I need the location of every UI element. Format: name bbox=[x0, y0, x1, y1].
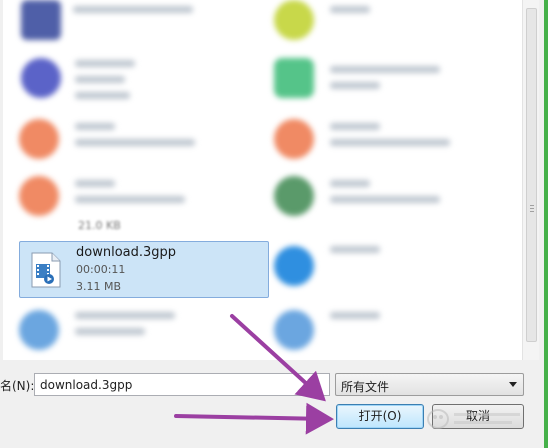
file-thumbnail-icon bbox=[21, 0, 61, 40]
file-thumbnail-icon bbox=[274, 58, 314, 98]
blurred-file-item[interactable] bbox=[268, 0, 508, 50]
file-duration: 00:00:11 bbox=[76, 263, 126, 276]
selected-file-item[interactable]: download.3gpp 00:00:11 3.11 MB bbox=[19, 241, 269, 298]
watermark-logo bbox=[427, 409, 520, 429]
previous-item-size: 21.0 KB bbox=[78, 219, 121, 232]
file-thumbnail-icon bbox=[274, 119, 314, 159]
scrollbar-thumb[interactable] bbox=[526, 8, 537, 342]
file-thumbnail-icon bbox=[274, 0, 314, 40]
file-name: download.3gpp bbox=[76, 245, 177, 260]
filetype-value: 所有文件 bbox=[341, 380, 390, 394]
blurred-file-item[interactable] bbox=[268, 52, 508, 107]
window-border bbox=[544, 0, 548, 448]
file-thumbnail-icon bbox=[274, 176, 314, 216]
file-thumbnail-icon bbox=[21, 58, 61, 98]
file-thumbnail-icon bbox=[19, 310, 59, 350]
blurred-file-item[interactable] bbox=[13, 172, 253, 222]
chevron-down-icon[interactable] bbox=[509, 382, 517, 387]
blurred-file-item[interactable] bbox=[268, 302, 508, 357]
file-open-dialog: 21.0 KB download.3gpp 00:00:11 3.11 MB 名… bbox=[0, 0, 548, 448]
blurred-file-item[interactable] bbox=[268, 172, 508, 222]
vertical-scrollbar[interactable] bbox=[522, 0, 539, 360]
file-size: 3.11 MB bbox=[76, 280, 122, 293]
filename-label: 名(N): bbox=[0, 379, 35, 393]
blurred-file-item[interactable] bbox=[13, 0, 253, 50]
filetype-select[interactable]: 所有文件 bbox=[335, 373, 524, 396]
filename-input[interactable] bbox=[34, 373, 330, 396]
file-list-pane[interactable]: 21.0 KB download.3gpp 00:00:11 3.11 MB bbox=[3, 0, 522, 360]
blurred-file-item[interactable] bbox=[13, 302, 253, 357]
file-thumbnail-icon bbox=[19, 176, 59, 216]
video-file-icon bbox=[31, 252, 61, 288]
blurred-file-item[interactable] bbox=[268, 236, 508, 296]
file-thumbnail-icon bbox=[19, 119, 59, 159]
file-thumbnail-icon bbox=[274, 246, 314, 286]
blurred-file-item[interactable] bbox=[13, 52, 253, 107]
blurred-file-item[interactable] bbox=[268, 113, 508, 168]
blurred-file-item[interactable] bbox=[13, 113, 253, 168]
open-button[interactable]: 打开(O) bbox=[336, 404, 424, 429]
file-thumbnail-icon bbox=[274, 310, 314, 350]
